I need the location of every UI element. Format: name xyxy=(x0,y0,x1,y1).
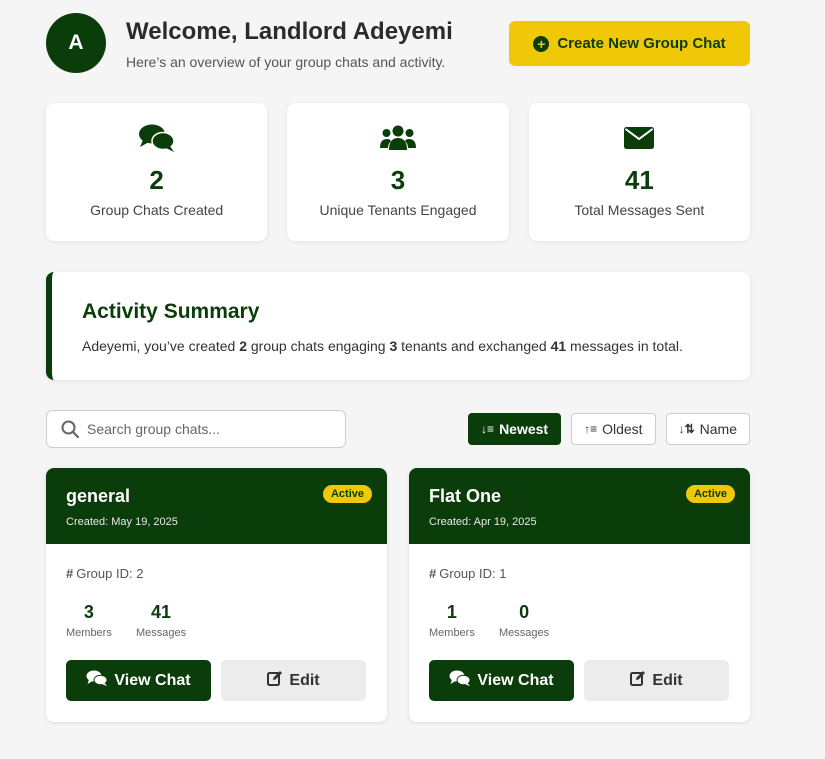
chat-bubbles-icon xyxy=(46,123,267,153)
summary-text: Adeyemi, you’ve created 2 group chats en… xyxy=(82,338,750,354)
page-subtitle: Here’s an overview of your group chats a… xyxy=(126,54,446,70)
sort-oldest-label: Oldest xyxy=(602,421,643,437)
page-title: Welcome, Landlord Adeyemi xyxy=(126,18,453,45)
members-label: Members xyxy=(66,627,112,639)
edit-icon xyxy=(267,670,283,691)
activity-summary: Activity Summary Adeyemi, you’ve created… xyxy=(46,272,750,380)
group-chat-list: general Created: May 19, 2025 Active # Gr… xyxy=(46,468,750,722)
sort-alpha-icon: ↓⇅ xyxy=(678,422,695,436)
chat-bubbles-icon xyxy=(449,670,471,691)
summary-chats-count: 2 xyxy=(239,338,247,354)
dashboard-header: A Welcome, Landlord Adeyemi Here’s an ov… xyxy=(46,13,750,73)
stat-label: Group Chats Created xyxy=(90,202,224,218)
group-chat-card: general Created: May 19, 2025 Active # Gr… xyxy=(46,468,387,722)
avatar: A xyxy=(46,13,106,73)
chat-bubbles-icon xyxy=(86,670,108,691)
group-name: general xyxy=(66,486,131,506)
stat-value: 2 xyxy=(149,165,164,195)
edit-button[interactable]: Edit xyxy=(221,660,366,701)
card-header: general Created: May 19, 2025 Active xyxy=(46,468,387,544)
view-chat-label: View Chat xyxy=(114,671,191,689)
group-id-text: Group ID: 1 xyxy=(439,566,507,581)
messages-count: 0 xyxy=(519,602,530,622)
hash-icon: # xyxy=(66,566,74,581)
sort-controls: ↓≡ Newest ↑≡ Oldest ↓⇅ Name xyxy=(468,413,750,445)
members-count: 1 xyxy=(446,602,457,622)
view-chat-button[interactable]: View Chat xyxy=(66,660,211,701)
create-group-chat-button[interactable]: + Create New Group Chat xyxy=(509,21,750,66)
stat-value: 41 xyxy=(624,165,654,195)
edit-label: Edit xyxy=(652,671,683,689)
messages-metric: 41 Messages xyxy=(136,602,186,639)
sort-desc-icon: ↓≡ xyxy=(481,422,495,436)
sort-name-label: Name xyxy=(699,421,737,437)
edit-label: Edit xyxy=(289,671,320,689)
messages-label: Messages xyxy=(499,627,550,639)
status-badge: Active xyxy=(685,485,735,503)
group-created-date: Created: Apr 19, 2025 xyxy=(429,516,537,528)
summary-text-part: group chats engaging xyxy=(247,338,390,354)
summary-title: Activity Summary xyxy=(82,300,260,323)
search-input[interactable] xyxy=(87,411,337,447)
stat-value: 3 xyxy=(390,165,406,195)
stat-card-messages: 41 Total Messages Sent xyxy=(528,103,750,241)
messages-metric: 0 Messages xyxy=(499,602,549,639)
messages-count: 41 xyxy=(151,602,172,622)
group-name: Flat One xyxy=(429,486,502,506)
stat-card-group-chats: 2 Group Chats Created xyxy=(46,103,268,241)
sort-oldest-button[interactable]: ↑≡ Oldest xyxy=(571,413,656,445)
envelope-icon xyxy=(529,123,750,153)
stats-row: 2 Group Chats Created 3 Unique Tenants E… xyxy=(46,103,750,241)
group-id: # Group ID: 1 xyxy=(429,566,506,581)
create-group-chat-label: Create New Group Chat xyxy=(557,35,726,52)
summary-text-part: Adeyemi, you’ve created xyxy=(82,338,240,354)
group-chat-card: Flat One Created: Apr 19, 2025 Active # G… xyxy=(409,468,750,722)
view-chat-label: View Chat xyxy=(477,671,554,689)
search-icon xyxy=(61,420,80,443)
group-id: # Group ID: 2 xyxy=(66,566,143,581)
stat-label: Unique Tenants Engaged xyxy=(319,202,477,218)
plus-circle-icon: + xyxy=(533,35,550,52)
summary-text-part: messages in total. xyxy=(566,338,683,354)
edit-icon xyxy=(630,670,646,691)
summary-messages-count: 41 xyxy=(550,338,567,354)
sort-asc-icon: ↑≡ xyxy=(584,422,598,436)
card-header: Flat One Created: Apr 19, 2025 Active xyxy=(409,468,750,544)
users-icon xyxy=(287,123,508,153)
summary-text-part: tenants and exchanged xyxy=(397,338,551,354)
members-metric: 3 Members xyxy=(66,602,112,639)
group-created-date: Created: May 19, 2025 xyxy=(66,516,178,528)
search-box xyxy=(46,410,346,448)
stat-label: Total Messages Sent xyxy=(574,202,705,218)
sort-newest-button[interactable]: ↓≡ Newest xyxy=(468,413,562,445)
edit-button[interactable]: Edit xyxy=(584,660,729,701)
sort-newest-label: Newest xyxy=(499,421,549,437)
hash-icon: # xyxy=(429,566,437,581)
stat-card-tenants: 3 Unique Tenants Engaged xyxy=(287,103,509,241)
view-chat-button[interactable]: View Chat xyxy=(429,660,574,701)
sort-name-button[interactable]: ↓⇅ Name xyxy=(665,413,750,445)
members-metric: 1 Members xyxy=(429,602,475,639)
status-badge: Active xyxy=(322,485,372,503)
messages-label: Messages xyxy=(136,627,187,639)
members-label: Members xyxy=(429,627,475,639)
members-count: 3 xyxy=(83,602,94,622)
group-id-text: Group ID: 2 xyxy=(76,566,144,581)
